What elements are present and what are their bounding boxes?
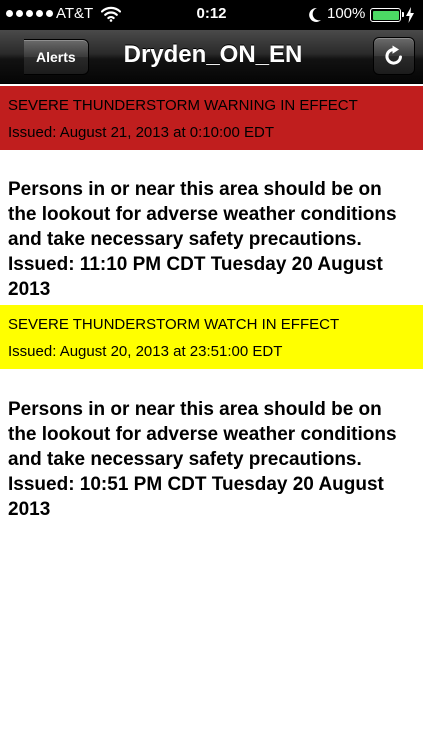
alert-description: Persons in or near this area should be o… [8,179,397,300]
back-button-label: Alerts [36,49,76,65]
alert-headline: SEVERE THUNDERSTORM WATCH IN EFFECT [8,316,340,333]
alert-headline: SEVERE THUNDERSTORM WARNING IN EFFECT [8,97,358,114]
status-bar: AT&T 0:12 100% [0,0,423,30]
alert-issued-date: Issued: August 20, 2013 at 23:51:00 EDT [8,343,283,360]
charging-icon [406,7,414,23]
page-title: Dryden_ON_EN [123,41,303,68]
battery-percent: 100% [327,5,366,22]
battery-icon [370,8,404,22]
refresh-icon [385,45,402,65]
alert-issued-date: Issued: August 21, 2013 at 0:10:00 EDT [8,124,275,141]
warning-alert-header: SEVERE THUNDERSTORM WARNING IN EFFECT Is… [0,86,423,150]
navigation-bar: Alerts Dryden_ON_EN [0,30,423,84]
alert-description: Persons in or near this area should be o… [8,399,397,520]
watch-alert-header: SEVERE THUNDERSTORM WATCH IN EFFECT Issu… [0,305,423,369]
alerts-back-button[interactable]: Alerts [24,39,89,75]
moon-icon [309,7,321,22]
refresh-button[interactable] [373,37,415,75]
